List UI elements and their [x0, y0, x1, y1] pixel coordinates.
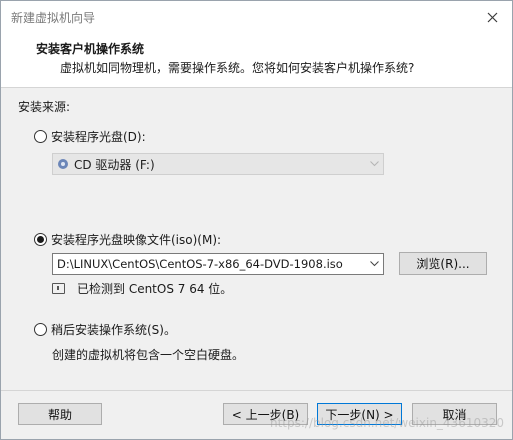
- disc-option-radio[interactable]: [34, 130, 47, 143]
- footer-divider: [1, 390, 512, 391]
- page-subtitle: 虚拟机如同物理机，需要操作系统。您将如何安装客户机操作系统?: [60, 61, 415, 75]
- iso-path-combobox[interactable]: D:\LINUX\CentOS\CentOS-7-x86_64-DVD-1908…: [52, 253, 384, 275]
- cd-drive-value: CD 驱动器 (F:): [74, 157, 155, 172]
- later-option-radio-row[interactable]: 稍后安装操作系统(S)。: [34, 321, 176, 338]
- close-button[interactable]: [480, 5, 504, 29]
- chevron-down-icon: [365, 154, 383, 174]
- watermark: https://blog.csdn.net/weixin_43610320: [269, 416, 504, 430]
- cd-drive-icon: [58, 159, 68, 169]
- info-icon: [52, 283, 65, 294]
- disc-option-label: 安装程序光盘(D):: [51, 130, 146, 144]
- page-title: 安装客户机操作系统: [36, 42, 145, 56]
- later-option-description: 创建的虚拟机将包含一个空白硬盘。: [52, 348, 245, 362]
- window-title: 新建虚拟机向导: [11, 11, 96, 25]
- iso-option-radio[interactable]: [34, 233, 47, 246]
- later-option-radio[interactable]: [34, 323, 47, 336]
- wizard-header: 安装客户机操作系统 虚拟机如同物理机，需要操作系统。您将如何安装客户机操作系统?: [1, 33, 512, 88]
- help-button[interactable]: 帮助: [18, 403, 102, 425]
- disc-option-radio-row[interactable]: 安装程序光盘(D):: [34, 128, 146, 145]
- detection-text: 已检测到 CentOS 7 64 位。: [77, 282, 233, 296]
- chevron-down-icon[interactable]: [365, 254, 383, 274]
- iso-option-radio-row[interactable]: 安装程序光盘映像文件(iso)(M):: [34, 231, 221, 248]
- close-icon: [487, 12, 497, 22]
- title-bar: 新建虚拟机向导: [1, 1, 512, 33]
- cd-drive-select[interactable]: CD 驱动器 (F:): [52, 153, 384, 175]
- browse-button[interactable]: 浏览(R)...: [399, 252, 487, 275]
- install-source-label: 安装来源:: [18, 100, 71, 114]
- later-option-label: 稍后安装操作系统(S)。: [51, 323, 176, 337]
- iso-path-value: D:\LINUX\CentOS\CentOS-7-x86_64-DVD-1908…: [57, 257, 343, 271]
- new-vm-wizard-window: 新建虚拟机向导 安装客户机操作系统 虚拟机如同物理机，需要操作系统。您将如何安装…: [0, 0, 513, 440]
- detection-message: 已检测到 CentOS 7 64 位。: [52, 280, 232, 297]
- iso-option-label: 安装程序光盘映像文件(iso)(M):: [51, 233, 222, 247]
